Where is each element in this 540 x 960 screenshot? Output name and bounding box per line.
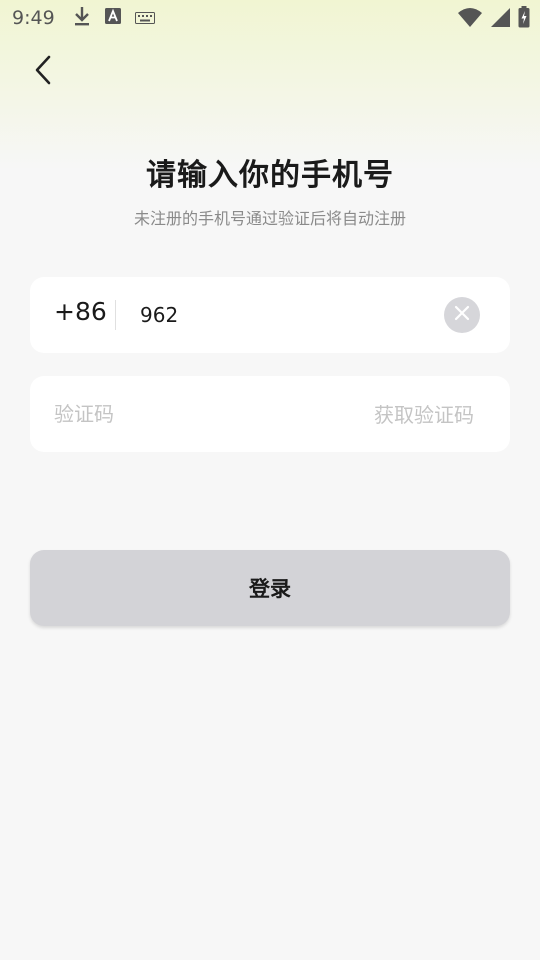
download-icon xyxy=(73,6,91,30)
page-title: 请输入你的手机号 xyxy=(146,158,394,193)
login-button[interactable]: 登录 xyxy=(30,550,510,626)
field-divider xyxy=(115,300,116,330)
phone-input[interactable] xyxy=(140,299,420,331)
wifi-icon xyxy=(458,7,482,31)
country-code[interactable]: +86 xyxy=(54,297,107,326)
verification-code-input[interactable] xyxy=(54,398,314,430)
close-icon xyxy=(454,305,470,325)
phone-field: +86 xyxy=(30,277,510,353)
page-subtitle: 未注册的手机号通过验证后将自动注册 xyxy=(133,209,406,228)
battery-charging-icon xyxy=(518,6,530,32)
keyboard-icon xyxy=(134,9,155,28)
status-bar: 9:49 xyxy=(0,0,540,36)
chevron-left-icon xyxy=(34,55,52,89)
status-left-icons xyxy=(73,6,155,30)
get-code-button[interactable]: 获取验证码 xyxy=(374,399,474,428)
signal-icon xyxy=(490,7,510,31)
clear-button[interactable] xyxy=(444,297,480,333)
verification-code-field: 获取验证码 xyxy=(30,376,510,452)
back-button[interactable] xyxy=(26,54,60,90)
status-time: 9:49 xyxy=(12,7,55,29)
status-right-icons xyxy=(458,6,530,32)
font-a-icon xyxy=(104,8,121,28)
